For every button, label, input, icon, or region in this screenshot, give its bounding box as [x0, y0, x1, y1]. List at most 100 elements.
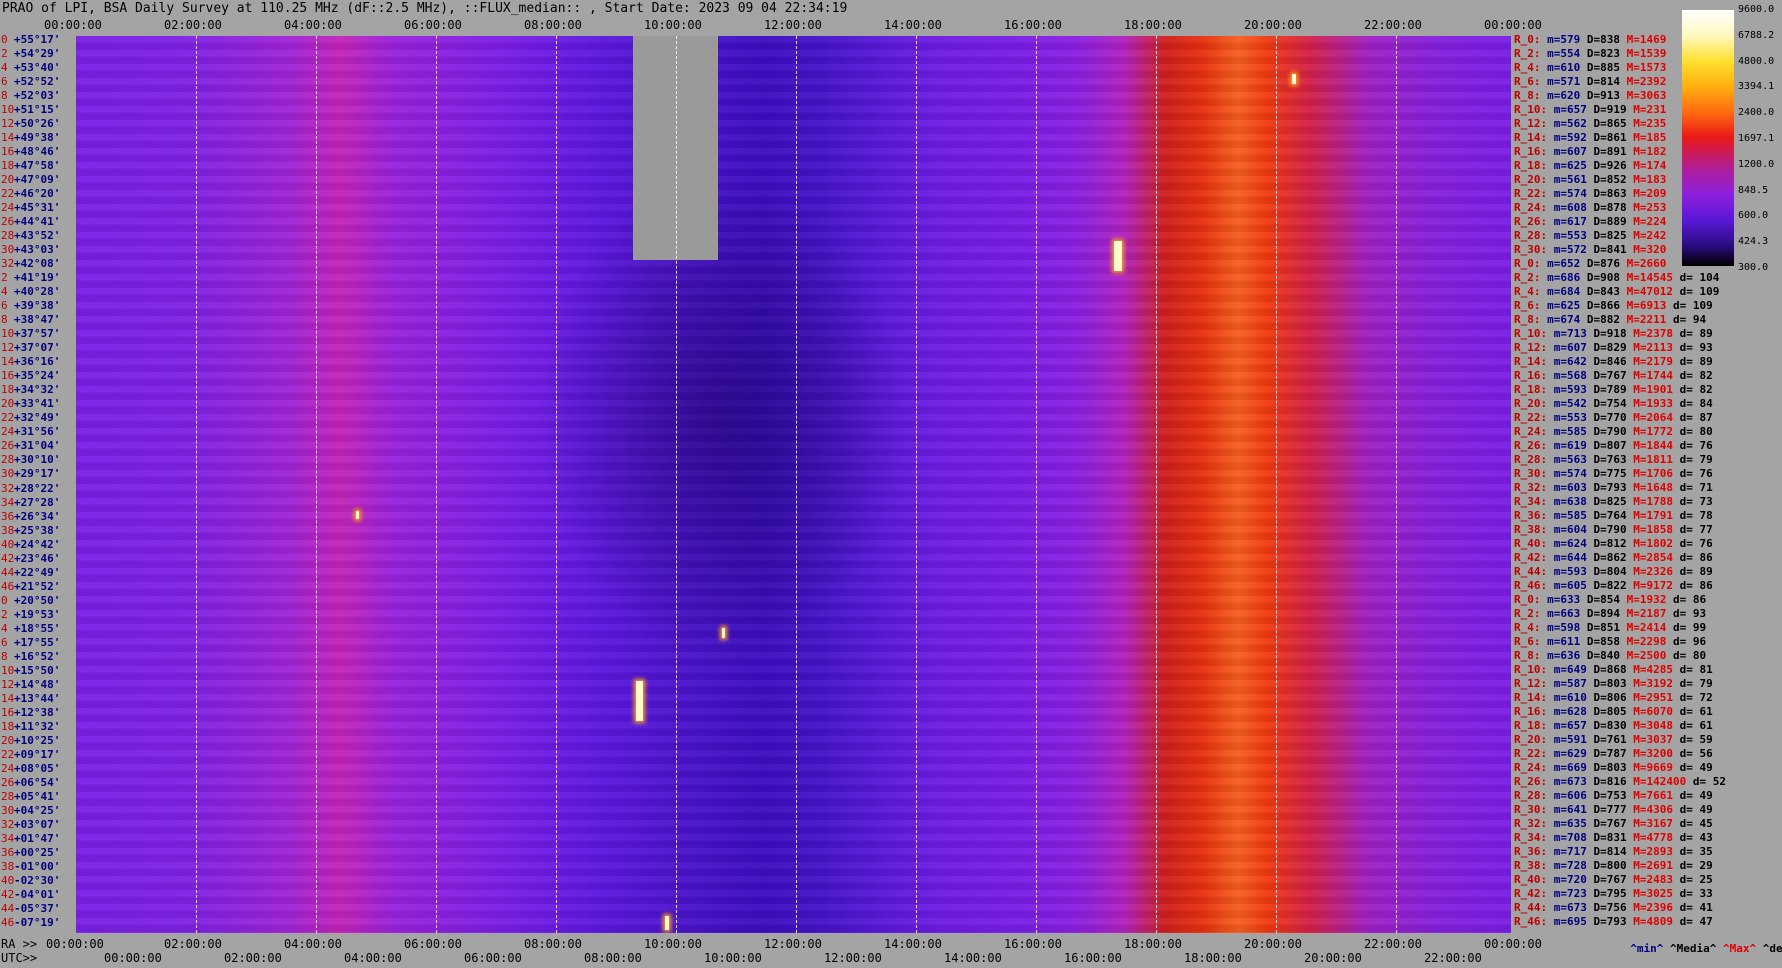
beam-index: 28 — [1, 229, 15, 243]
hour-grid-line — [436, 36, 437, 933]
stat-row-id: R_24: — [1514, 201, 1548, 214]
time-tick-label: 20:00:00 — [1244, 18, 1302, 32]
time-tick-label: 16:00:00 — [1004, 937, 1062, 951]
stat-max: M=3063 — [1626, 89, 1667, 102]
stat-deviation: d= 52 — [1692, 775, 1726, 788]
stat-row: R_22: m=629 D=787 M=3200 d= 56 — [1514, 748, 1719, 760]
time-tick-label: 14:00:00 — [884, 937, 942, 951]
stat-max: M=4809 — [1633, 915, 1673, 928]
stat-max: M=2854 — [1633, 551, 1673, 564]
stat-min: m=617 — [1553, 215, 1587, 228]
stat-row: R_16: m=568 D=767 M=1744 d= 82 — [1514, 370, 1719, 382]
beam-index: 18 — [1, 159, 15, 173]
stat-max: M=1932 — [1626, 593, 1667, 606]
stat-median: D=767 — [1593, 369, 1627, 382]
stat-row-id: R_34: — [1514, 831, 1548, 844]
stat-min: m=608 — [1553, 201, 1587, 214]
beam-index: 40 — [1, 537, 15, 551]
stat-max: M=9172 — [1633, 579, 1673, 592]
stat-median: D=843 — [1586, 285, 1620, 298]
stat-deviation: d= 33 — [1679, 887, 1713, 900]
beam-index: 24 — [1, 201, 15, 215]
stat-median: D=804 — [1593, 565, 1627, 578]
beam-index: 30 — [1, 467, 15, 481]
stat-row: R_22: m=574 D=863 M=209 — [1514, 188, 1680, 200]
stat-max: M=1772 — [1633, 425, 1673, 438]
legend-median: ^Media^ — [1670, 942, 1717, 955]
stat-min: m=708 — [1553, 831, 1587, 844]
stat-row-id: R_0: — [1514, 593, 1541, 606]
stat-median: D=814 — [1593, 845, 1627, 858]
stat-max: M=2211 — [1626, 313, 1667, 326]
stat-row: R_22: m=553 D=770 M=2064 d= 87 — [1514, 412, 1719, 424]
stat-median: D=854 — [1586, 593, 1620, 606]
stat-row: R_28: m=563 D=763 M=1811 d= 79 — [1514, 454, 1719, 466]
stat-row: R_26: m=617 D=889 M=224 — [1514, 216, 1680, 228]
ra-axis-prefix: RA >> — [1, 937, 38, 951]
stat-min: m=642 — [1553, 355, 1587, 368]
stat-max: M=320 — [1633, 243, 1667, 256]
stat-max: M=2326 — [1633, 565, 1673, 578]
stat-median: D=858 — [1586, 635, 1620, 648]
stat-row-id: R_12: — [1514, 117, 1548, 130]
stat-max: M=183 — [1633, 173, 1667, 186]
stat-row-id: R_28: — [1514, 453, 1548, 466]
stat-median: D=841 — [1593, 243, 1627, 256]
stat-deviation: d= 56 — [1679, 747, 1713, 760]
stat-median: D=825 — [1593, 495, 1627, 508]
stat-median: D=793 — [1593, 481, 1627, 494]
time-tick-label: 08:00:00 — [524, 937, 582, 951]
color-scale-tick: 9600.0 — [1738, 4, 1775, 15]
stat-max: M=1648 — [1633, 481, 1673, 494]
radio-source-spike — [1114, 241, 1122, 271]
time-tick-label: 10:00:00 — [644, 18, 702, 32]
stat-row-id: R_28: — [1514, 229, 1548, 242]
declination-value: +13°44' — [14, 691, 61, 705]
beam-index: 6 — [1, 635, 8, 649]
legend-devia: ^devia^ — [1762, 942, 1782, 955]
declination-value: +33°41' — [14, 397, 61, 411]
beam-index: 14 — [1, 355, 15, 369]
stat-row: R_30: m=641 D=777 M=4306 d= 49 — [1514, 804, 1719, 816]
stat-row: R_0: m=652 D=876 M=2660 — [1514, 258, 1680, 270]
legend-max: ^Max^ — [1722, 942, 1757, 955]
color-scale-bar — [1682, 10, 1734, 266]
declination-value: -02°30' — [14, 873, 61, 887]
time-tick-label: 00:00:00 — [1484, 18, 1542, 32]
stat-row: R_8: m=674 D=882 M=2211 d= 94 — [1514, 314, 1713, 326]
time-tick-label: 02:00:00 — [164, 18, 222, 32]
stat-max: M=6913 — [1626, 299, 1667, 312]
stat-median: D=889 — [1593, 215, 1627, 228]
stat-min: m=638 — [1553, 495, 1587, 508]
stat-deviation: d= 71 — [1679, 481, 1713, 494]
stat-row-id: R_18: — [1514, 159, 1548, 172]
hour-grid-line — [676, 36, 677, 933]
declination-value: +47°58' — [14, 159, 61, 173]
beam-index: 30 — [1, 243, 15, 257]
stat-min: m=635 — [1553, 817, 1587, 830]
time-tick-label: 10:00:00 — [704, 951, 762, 965]
stat-max: M=224 — [1633, 215, 1667, 228]
stat-min: m=723 — [1553, 887, 1587, 900]
time-tick-label: 00:00:00 — [44, 18, 102, 32]
beam-index: 34 — [1, 495, 15, 509]
hour-grid-line — [1276, 36, 1277, 933]
stat-row-id: R_46: — [1514, 915, 1548, 928]
stat-deviation: d= 84 — [1679, 397, 1713, 410]
stat-row: R_6: m=571 D=814 M=2392 — [1514, 76, 1680, 88]
stat-max: M=2298 — [1626, 635, 1667, 648]
stat-row-id: R_36: — [1514, 845, 1548, 858]
flux-heatmap[interactable] — [76, 36, 1511, 933]
declination-value: -07°19' — [14, 915, 61, 929]
stat-max: M=4285 — [1633, 663, 1673, 676]
stat-row-id: R_12: — [1514, 341, 1548, 354]
beam-index: 0 — [1, 593, 8, 607]
stat-max: M=2414 — [1626, 621, 1667, 634]
stat-min: m=587 — [1553, 677, 1587, 690]
beam-index: 18 — [1, 719, 15, 733]
stat-deviation: d= 93 — [1673, 607, 1707, 620]
declination-value: +50°26' — [14, 117, 61, 131]
stat-min: m=644 — [1553, 551, 1587, 564]
stat-row: R_40: m=624 D=812 M=1802 d= 76 — [1514, 538, 1719, 550]
beam-index: 2 — [1, 271, 8, 285]
